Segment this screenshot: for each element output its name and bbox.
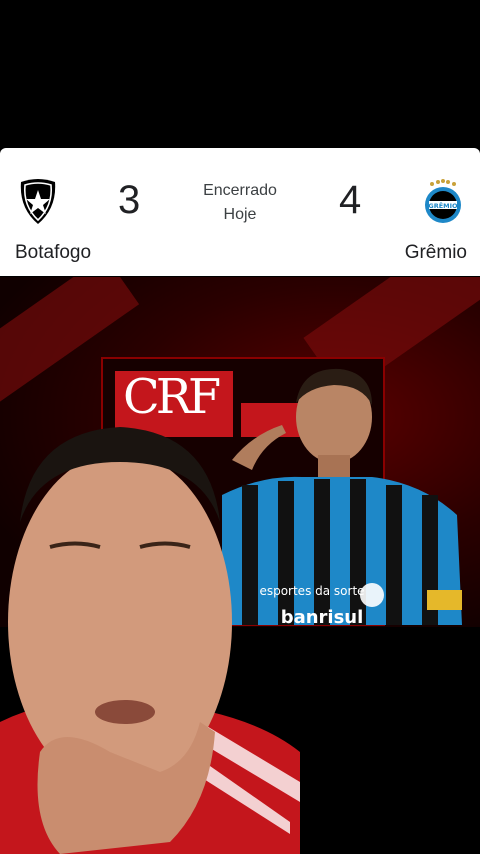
home-team-name: Botafogo — [15, 242, 92, 263]
top-black-bar — [0, 0, 480, 148]
away-team-name: Grêmio — [404, 242, 467, 263]
gremio-crest-icon: GRÊMIO — [422, 178, 464, 229]
face-cam-overlay — [0, 427, 300, 854]
gremio-crest-label: GRÊMIO — [428, 201, 458, 210]
video-content[interactable]: CRF esportes da sorte banrisul — [0, 277, 480, 854]
flamengo-crest-icon: CRF — [123, 369, 221, 425]
match-score-card[interactable]: Botafogo 3 Encerrado Hoje 4 GRÊMIO Grêmi… — [0, 148, 480, 276]
away-team[interactable]: GRÊMIO Grêmio — [340, 148, 480, 276]
